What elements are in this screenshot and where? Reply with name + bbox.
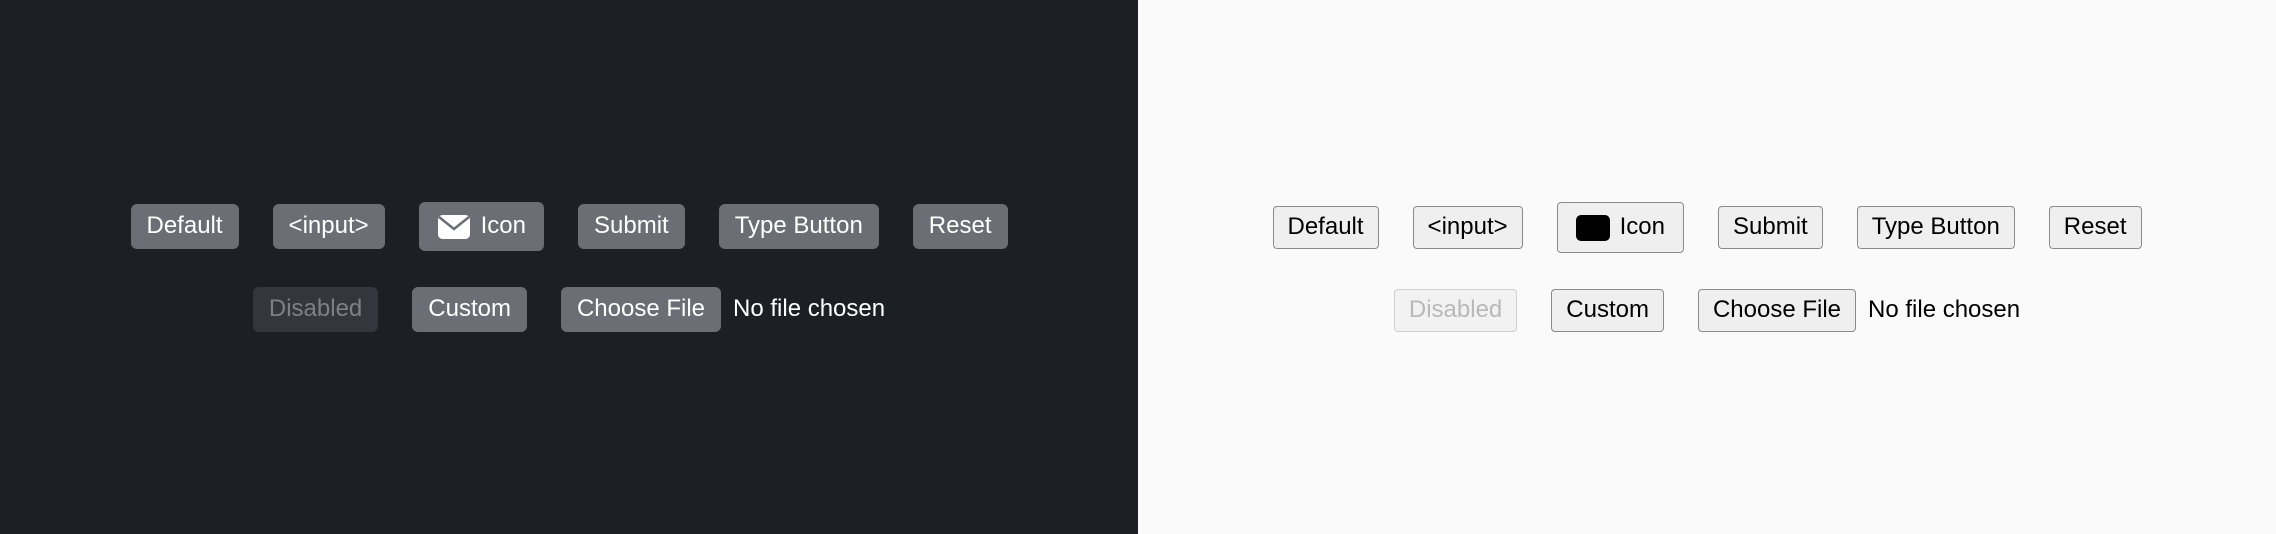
- light-row-2: Disabled Custom Choose File No file chos…: [1394, 289, 2020, 332]
- custom-button[interactable]: Custom: [412, 287, 527, 332]
- input-styled-button[interactable]: <input>: [1413, 206, 1523, 249]
- icon-button-label: Icon: [1620, 213, 1665, 242]
- input-styled-button[interactable]: <input>: [273, 204, 385, 249]
- reset-button[interactable]: Reset: [913, 204, 1008, 249]
- choose-file-button[interactable]: Choose File: [1698, 289, 1856, 332]
- choose-file-button[interactable]: Choose File: [561, 287, 721, 332]
- reset-button[interactable]: Reset: [2049, 206, 2142, 249]
- light-row-1: Default <input> Icon Submit Type Button …: [1273, 202, 2142, 253]
- type-button[interactable]: Type Button: [719, 204, 879, 249]
- dark-row-1: Default <input> Icon Submit Type Button …: [131, 202, 1008, 251]
- envelope-icon: [437, 214, 471, 240]
- icon-button[interactable]: Icon: [1557, 202, 1684, 253]
- square-icon: [1576, 215, 1610, 241]
- file-status-text: No file chosen: [733, 295, 885, 323]
- dark-theme-panel: Default <input> Icon Submit Type Button …: [0, 0, 1138, 534]
- default-button[interactable]: Default: [1273, 206, 1379, 249]
- icon-button[interactable]: Icon: [419, 202, 544, 251]
- file-status-text: No file chosen: [1868, 296, 2020, 324]
- disabled-button: Disabled: [253, 287, 378, 332]
- dark-row-2: Disabled Custom Choose File No file chos…: [253, 287, 885, 332]
- submit-button[interactable]: Submit: [1718, 206, 1823, 249]
- type-button[interactable]: Type Button: [1857, 206, 2015, 249]
- light-theme-panel: Default <input> Icon Submit Type Button …: [1138, 0, 2276, 534]
- custom-button[interactable]: Custom: [1551, 289, 1664, 332]
- file-input[interactable]: Choose File No file chosen: [1698, 289, 2020, 332]
- default-button[interactable]: Default: [131, 204, 239, 249]
- icon-button-label: Icon: [481, 212, 526, 241]
- disabled-button: Disabled: [1394, 289, 1517, 332]
- submit-button[interactable]: Submit: [578, 204, 685, 249]
- file-input[interactable]: Choose File No file chosen: [561, 287, 885, 332]
